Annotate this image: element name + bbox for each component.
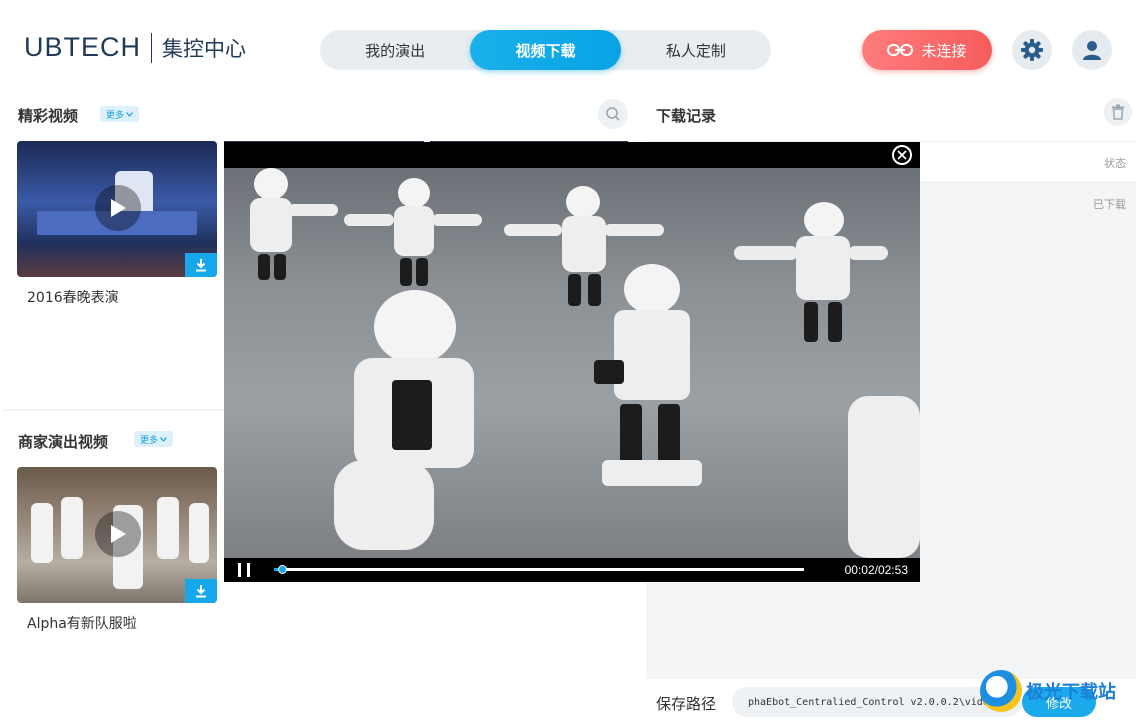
download-records-title: 下载记录 <box>656 107 717 125</box>
settings-button[interactable] <box>1012 30 1052 70</box>
site-watermark: 极光下载站 <box>980 670 1116 712</box>
video-player: 00:02/02:53 <box>224 142 920 582</box>
close-icon <box>897 150 907 160</box>
save-path-field[interactable]: phaEbot_Centralied_Control v2.0.0.2\vide… <box>732 687 1022 717</box>
main-tabs: 我的演出 视频下载 私人定制 <box>320 30 771 70</box>
download-records-header: 下载记录 <box>646 85 1136 141</box>
record-status: 已下载 <box>1093 198 1126 211</box>
progress-handle[interactable] <box>278 565 287 574</box>
thumbnail-robot <box>31 503 53 563</box>
video-title: 2016春晚表演 <box>27 290 119 306</box>
video-card[interactable]: 2016春晚表演 <box>17 141 217 307</box>
video-frame[interactable] <box>224 168 920 558</box>
download-button[interactable] <box>185 253 217 277</box>
pause-icon-bar <box>247 563 250 577</box>
tab-video-download[interactable]: 视频下载 <box>470 30 621 70</box>
download-icon <box>196 259 206 272</box>
time-display: 00:02/02:53 <box>844 563 908 577</box>
merchant-section-title: 商家演出视频 <box>18 433 109 451</box>
merchant-more-label: 更多 <box>140 435 159 446</box>
logo-divider <box>151 32 153 63</box>
link-icon <box>887 44 914 56</box>
app-subtitle: 集控中心 <box>162 36 247 61</box>
pause-icon <box>238 563 241 577</box>
video-card[interactable]: Alpha有新队服啦 <box>17 467 217 633</box>
connect-button[interactable]: 未连接 <box>862 30 992 70</box>
chevron-down-icon <box>126 111 133 117</box>
clear-records-button[interactable] <box>1104 98 1132 126</box>
gear-icon <box>1021 39 1043 61</box>
featured-more-button[interactable]: 更多 <box>100 106 140 122</box>
close-player-button[interactable] <box>892 145 912 165</box>
chevron-down-icon <box>160 436 167 442</box>
video-thumbnail[interactable] <box>17 141 217 277</box>
play-icon <box>111 525 126 543</box>
play-icon <box>111 199 126 217</box>
video-thumbnail[interactable] <box>17 467 217 603</box>
pause-button[interactable] <box>238 563 250 577</box>
player-title-bar <box>224 142 920 168</box>
merchant-more-button[interactable]: 更多 <box>134 431 174 447</box>
connect-label: 未连接 <box>921 41 967 60</box>
featured-more-label: 更多 <box>106 110 125 121</box>
thumbnail-robot <box>61 497 83 559</box>
brand-name: UBTECH <box>24 32 142 62</box>
play-button[interactable] <box>95 185 141 231</box>
trash-icon <box>1112 104 1124 120</box>
tab-my-shows[interactable]: 我的演出 <box>320 30 470 70</box>
tab-custom[interactable]: 私人定制 <box>621 30 771 70</box>
search-icon <box>606 107 620 121</box>
user-icon <box>1083 41 1101 60</box>
header: UBTECH 集控中心 我的演出 视频下载 私人定制 未连接 <box>0 0 1136 84</box>
play-button[interactable] <box>95 511 141 557</box>
thumbnail-robot <box>189 503 209 563</box>
section-divider <box>2 409 224 411</box>
progress-bar[interactable] <box>274 565 804 574</box>
save-path-label: 保存路径 <box>656 695 717 713</box>
watermark-text: 极光下载站 <box>1026 682 1116 703</box>
status-column-header: 状态 <box>1104 157 1126 170</box>
watermark-logo-icon <box>980 670 1022 712</box>
thumbnail-robot <box>157 497 179 559</box>
user-button[interactable] <box>1072 30 1112 70</box>
download-button[interactable] <box>185 579 217 603</box>
search-button[interactable] <box>598 99 628 129</box>
featured-section-title: 精彩视频 <box>18 107 79 125</box>
download-icon <box>196 585 206 598</box>
player-controls: 00:02/02:53 <box>224 558 920 582</box>
video-title: Alpha有新队服啦 <box>27 616 137 632</box>
app-logo: UBTECH 集控中心 <box>24 32 246 63</box>
